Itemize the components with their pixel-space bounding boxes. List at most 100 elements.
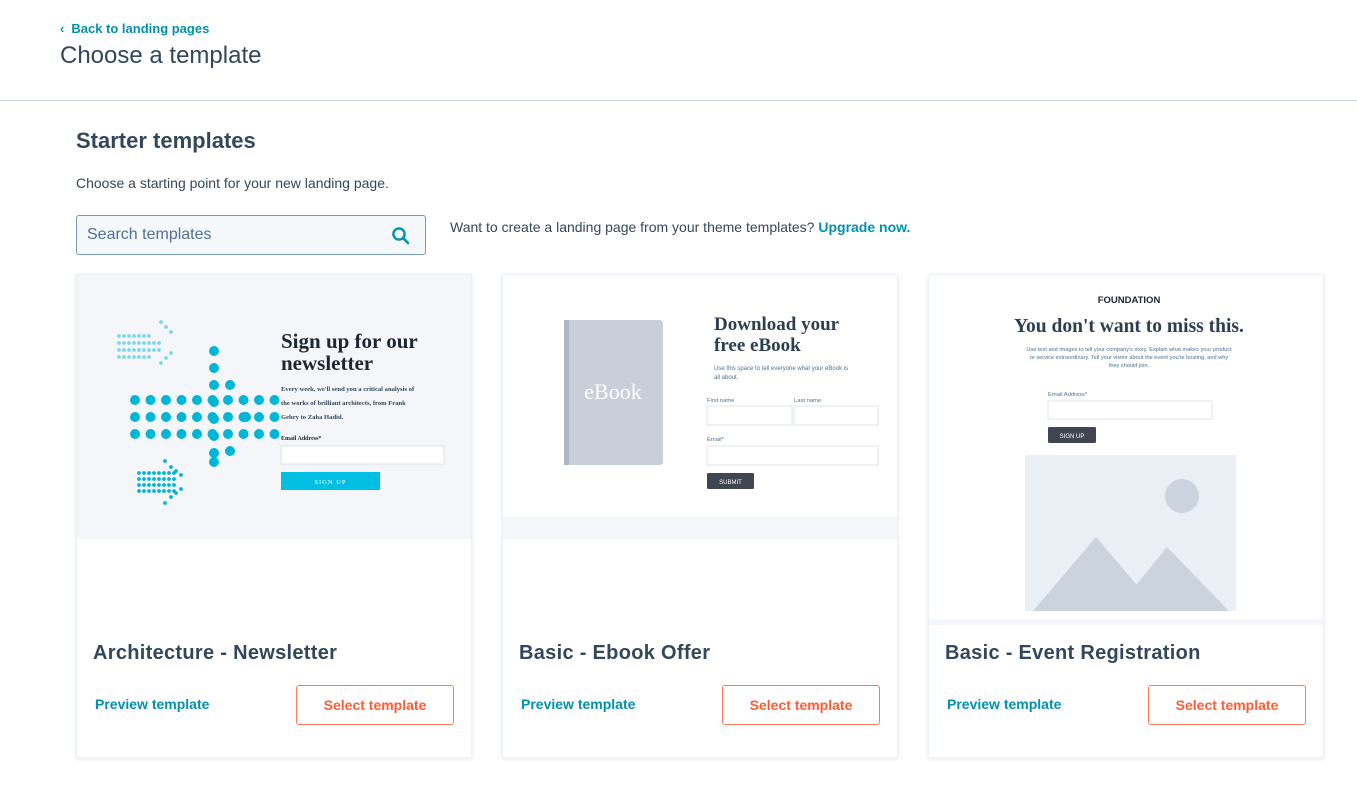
decor-dot xyxy=(157,471,161,475)
decor-dot xyxy=(164,356,168,360)
decor-dot xyxy=(164,325,168,329)
decor-dot xyxy=(223,395,233,405)
search-icon[interactable] xyxy=(391,226,411,246)
section-subtitle: Choose a starting point for your new lan… xyxy=(76,175,389,191)
decor-dot xyxy=(179,473,183,477)
thumb-heading-1: Download your xyxy=(714,314,840,335)
decor-dot xyxy=(147,477,151,481)
decor-dot xyxy=(169,465,173,469)
decor-dot xyxy=(209,363,219,373)
decor-dot xyxy=(238,395,249,405)
decor-dot xyxy=(142,334,146,338)
decor-dot xyxy=(192,412,202,422)
decor-dot xyxy=(241,412,251,422)
thumb-email-field xyxy=(280,445,445,465)
decor-dot xyxy=(137,489,141,493)
decor-dot xyxy=(132,355,136,359)
template-card-basic-event-registration: FOUNDATION You don't want to miss this. … xyxy=(928,274,1324,758)
decor-dot xyxy=(159,361,163,365)
decor-dot xyxy=(169,351,173,355)
decor-dot xyxy=(132,348,136,352)
decor-dot xyxy=(172,483,176,487)
decor-dot xyxy=(192,395,202,405)
thumb-last-name-label: Last name xyxy=(794,398,821,404)
decor-dot xyxy=(142,477,146,481)
decor-dot xyxy=(167,489,171,493)
template-thumbnail[interactable]: Sign up for our newsletter Every week, w… xyxy=(77,275,472,539)
decor-dot xyxy=(179,487,183,491)
template-card-architecture-newsletter: Sign up for our newsletter Every week, w… xyxy=(76,274,472,758)
decor-dot xyxy=(225,446,235,456)
decor-dot xyxy=(137,471,141,475)
thumb-body-1: Use this space to tell everyone what you… xyxy=(714,366,848,372)
decor-dot xyxy=(147,348,151,352)
decor-dot xyxy=(145,429,156,439)
decor-dot xyxy=(162,471,166,475)
decor-dot xyxy=(167,471,171,475)
decor-dot xyxy=(172,477,176,481)
decor-dot xyxy=(130,412,140,422)
thumb-email-label: Email Address* xyxy=(1048,392,1088,398)
decor-dot xyxy=(137,334,141,338)
decor-dot xyxy=(152,471,156,475)
decor-dot xyxy=(223,429,233,439)
template-title: Basic - Event Registration xyxy=(945,642,1201,664)
decor-dot xyxy=(157,489,161,493)
decor-dot xyxy=(147,483,151,487)
decor-dot xyxy=(130,395,140,405)
thumb-sign-up-label: SIGN UP xyxy=(314,479,346,486)
decor-dot xyxy=(167,477,171,481)
decor-dot xyxy=(176,412,187,422)
back-to-landing-pages-link[interactable]: ‹ Back to landing pages xyxy=(60,21,209,36)
preview-template-link[interactable]: Preview template xyxy=(947,696,1061,712)
decor-dot xyxy=(167,483,171,487)
thumb-heading-2: newsletter xyxy=(281,351,373,375)
search-box xyxy=(76,215,426,255)
select-template-button[interactable]: Select template xyxy=(296,685,454,725)
decor-dot xyxy=(137,341,141,345)
select-template-button[interactable]: Select template xyxy=(1148,685,1306,725)
decor-dot xyxy=(117,355,121,359)
section-title: Starter templates xyxy=(76,128,256,153)
decor-dot xyxy=(163,459,167,463)
preview-template-link[interactable]: Preview template xyxy=(521,696,635,712)
ebook-cover-label: eBook xyxy=(584,379,641,404)
decor-dot xyxy=(152,341,156,345)
decor-dot xyxy=(169,330,173,334)
decor-dot xyxy=(152,483,156,487)
decor-dot xyxy=(157,348,161,352)
decor-dot xyxy=(152,477,156,481)
decor-dot xyxy=(117,334,121,338)
select-template-button[interactable]: Select template xyxy=(722,685,880,725)
decor-dot xyxy=(122,334,126,338)
decor-dot xyxy=(269,429,280,439)
upgrade-now-link[interactable]: Upgrade now. xyxy=(818,219,910,235)
decor-dot xyxy=(176,429,187,439)
decor-dot xyxy=(145,395,156,405)
template-thumbnail-art[interactable]: FOUNDATION You don't want to miss this. … xyxy=(929,275,1324,625)
thumb-email-label: Email Address* xyxy=(281,436,321,442)
decor-dot xyxy=(157,477,161,481)
decor-dot xyxy=(137,355,141,359)
decor-dot xyxy=(209,457,219,467)
decor-dot xyxy=(127,348,131,352)
thumb-body-3: Gehry to Zaha Hadid. xyxy=(281,414,344,421)
decor-dot xyxy=(127,355,131,359)
upgrade-text: Want to create a landing page from your … xyxy=(450,219,819,235)
search-input[interactable] xyxy=(77,216,377,254)
decor-dot xyxy=(130,429,140,439)
thumb-heading-1: Sign up for our xyxy=(281,329,418,353)
decor-dot xyxy=(147,334,151,338)
thumb-brand: FOUNDATION xyxy=(1098,295,1161,306)
template-title: Basic - Ebook Offer xyxy=(519,642,711,664)
decor-dot xyxy=(169,495,173,499)
decor-dot xyxy=(122,341,126,345)
thumb-body-2: all about. xyxy=(714,375,739,381)
decor-dot xyxy=(254,395,264,405)
thumb-email-label: Email* xyxy=(707,437,724,443)
preview-template-link[interactable]: Preview template xyxy=(95,696,209,712)
decor-dot xyxy=(162,489,166,493)
image-placeholder-icon xyxy=(1025,455,1236,611)
template-thumbnail[interactable]: eBook Download your free eBook Use this … xyxy=(503,275,898,539)
decor-dot xyxy=(161,395,171,405)
